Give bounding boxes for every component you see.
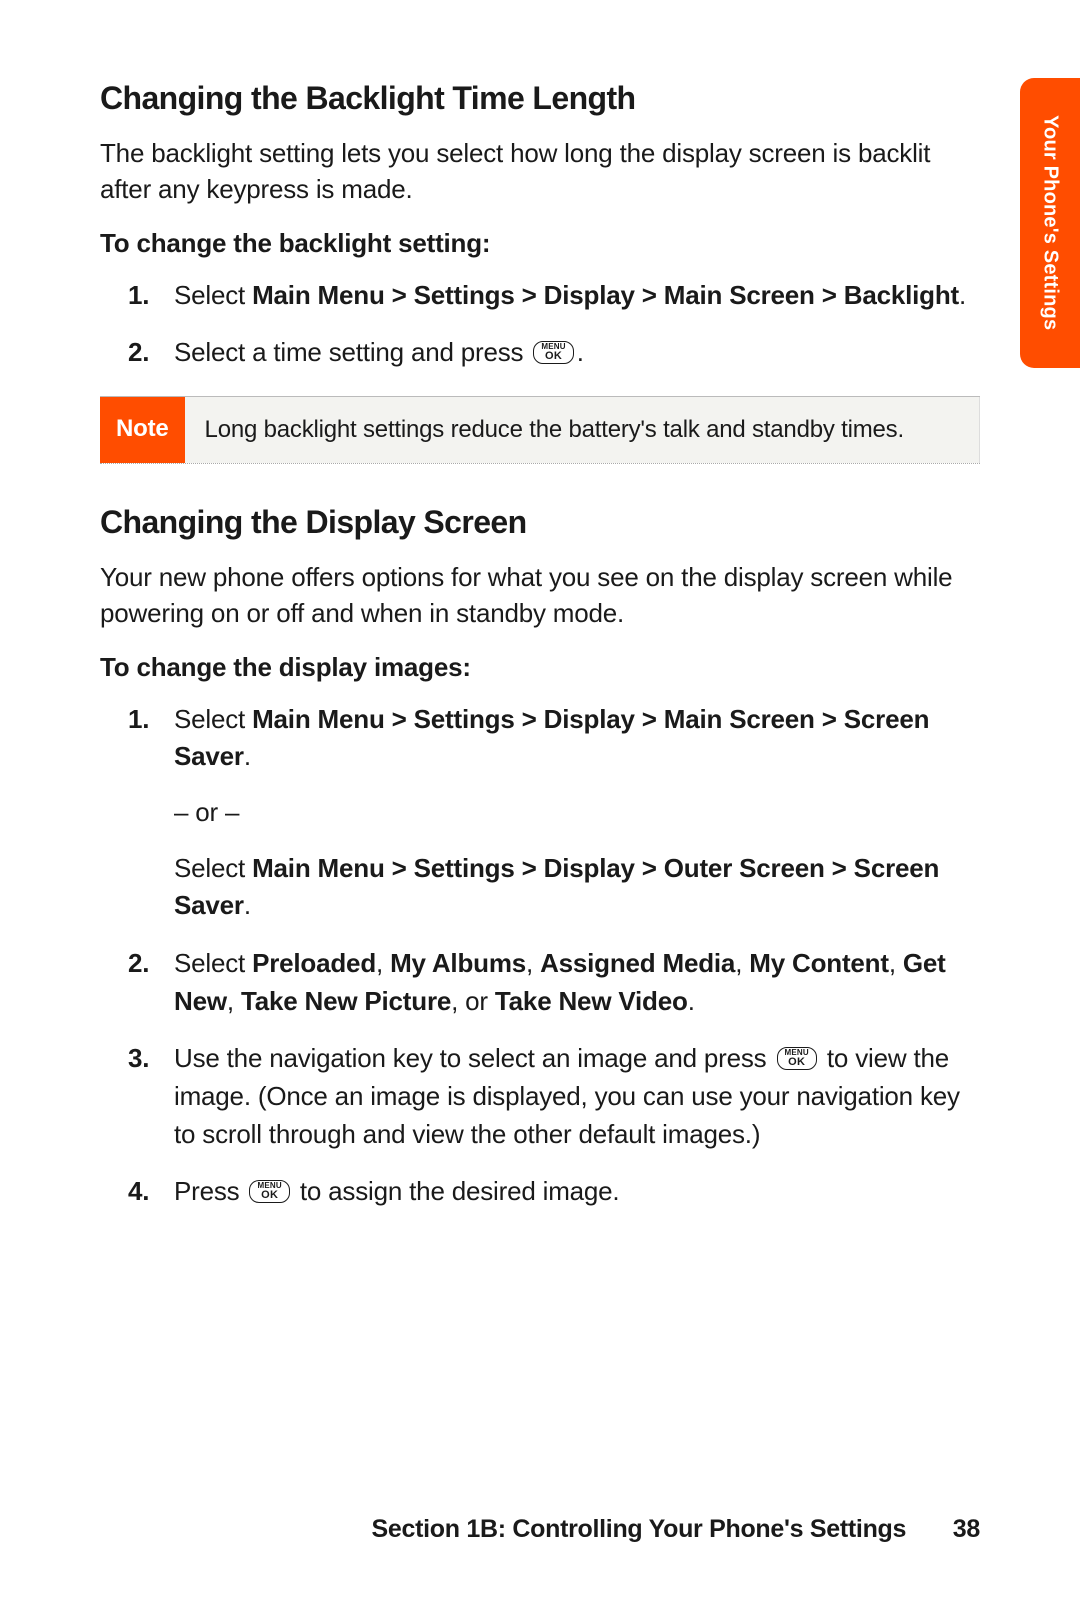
note-block: Note Long backlight settings reduce the … bbox=[100, 396, 980, 464]
step-prefix: Select a time setting and press bbox=[174, 337, 530, 367]
step-prefix: Select bbox=[174, 853, 252, 883]
step-prefix: Press bbox=[174, 1176, 246, 1206]
page-container: Your Phone's Settings Changing the Backl… bbox=[0, 0, 1080, 1620]
side-tab-label: Your Phone's Settings bbox=[1039, 115, 1062, 330]
step-suffix: . bbox=[244, 741, 251, 771]
section-subheading: To change the backlight setting: bbox=[100, 228, 980, 259]
opt-last: Take New Video bbox=[495, 986, 688, 1016]
section-title: Changing the Backlight Time Length bbox=[100, 80, 980, 117]
step-item: Press MENUOK to assign the desired image… bbox=[174, 1173, 980, 1211]
step-path-bold: Main Menu > Settings > Display > Main Sc… bbox=[252, 280, 959, 310]
step-item: Select Main Menu > Settings > Display > … bbox=[174, 701, 980, 925]
step-prefix: Select bbox=[174, 280, 252, 310]
section-title: Changing the Display Screen bbox=[100, 504, 980, 541]
page-footer: Section 1B: Controlling Your Phone's Set… bbox=[100, 1515, 980, 1544]
step-item: Select a time setting and press MENUOK. bbox=[174, 334, 980, 372]
join-or: , or bbox=[451, 986, 495, 1016]
step-suffix: to assign the desired image. bbox=[293, 1176, 620, 1206]
opt: Preloaded bbox=[252, 948, 376, 978]
steps-list: Select Main Menu > Settings > Display > … bbox=[100, 277, 980, 372]
footer-section: Section 1B: Controlling Your Phone's Set… bbox=[372, 1515, 907, 1543]
steps-list: Select Main Menu > Settings > Display > … bbox=[100, 701, 980, 1212]
section-subheading: To change the display images: bbox=[100, 652, 980, 683]
opt: Assigned Media bbox=[540, 948, 735, 978]
step-item: Select Preloaded, My Albums, Assigned Me… bbox=[174, 945, 980, 1020]
key-bot: OK bbox=[545, 351, 562, 361]
note-label: Note bbox=[100, 397, 185, 463]
step-path-bold: Main Menu > Settings > Display > Outer S… bbox=[174, 853, 939, 921]
step-suffix: . bbox=[959, 280, 966, 310]
menu-ok-key-icon: MENUOK bbox=[533, 341, 573, 364]
step-prefix: Use the navigation key to select an imag… bbox=[174, 1043, 774, 1073]
section-intro: Your new phone offers options for what y… bbox=[100, 559, 980, 632]
opt: My Albums bbox=[390, 948, 526, 978]
opt: Take New Picture bbox=[241, 986, 451, 1016]
opt: My Content bbox=[749, 948, 889, 978]
or-separator: – or – bbox=[174, 794, 980, 832]
step-suffix: . bbox=[688, 986, 695, 1016]
note-body: Long backlight settings reduce the batte… bbox=[185, 397, 980, 463]
step-suffix: . bbox=[244, 890, 251, 920]
step-item: Select Main Menu > Settings > Display > … bbox=[174, 277, 980, 315]
step-suffix: . bbox=[577, 337, 584, 367]
section-intro: The backlight setting lets you select ho… bbox=[100, 135, 980, 208]
side-tab-phone-settings: Your Phone's Settings bbox=[1020, 78, 1080, 368]
step-prefix: Select bbox=[174, 948, 252, 978]
step-path-bold: Main Menu > Settings > Display > Main Sc… bbox=[174, 704, 929, 772]
menu-ok-key-icon: MENUOK bbox=[249, 1180, 289, 1203]
step-item: Use the navigation key to select an imag… bbox=[174, 1040, 980, 1153]
page-number: 38 bbox=[953, 1515, 980, 1544]
key-bot: OK bbox=[261, 1190, 278, 1200]
step-prefix: Select bbox=[174, 704, 252, 734]
menu-ok-key-icon: MENUOK bbox=[777, 1047, 817, 1070]
key-bot: OK bbox=[788, 1057, 805, 1067]
